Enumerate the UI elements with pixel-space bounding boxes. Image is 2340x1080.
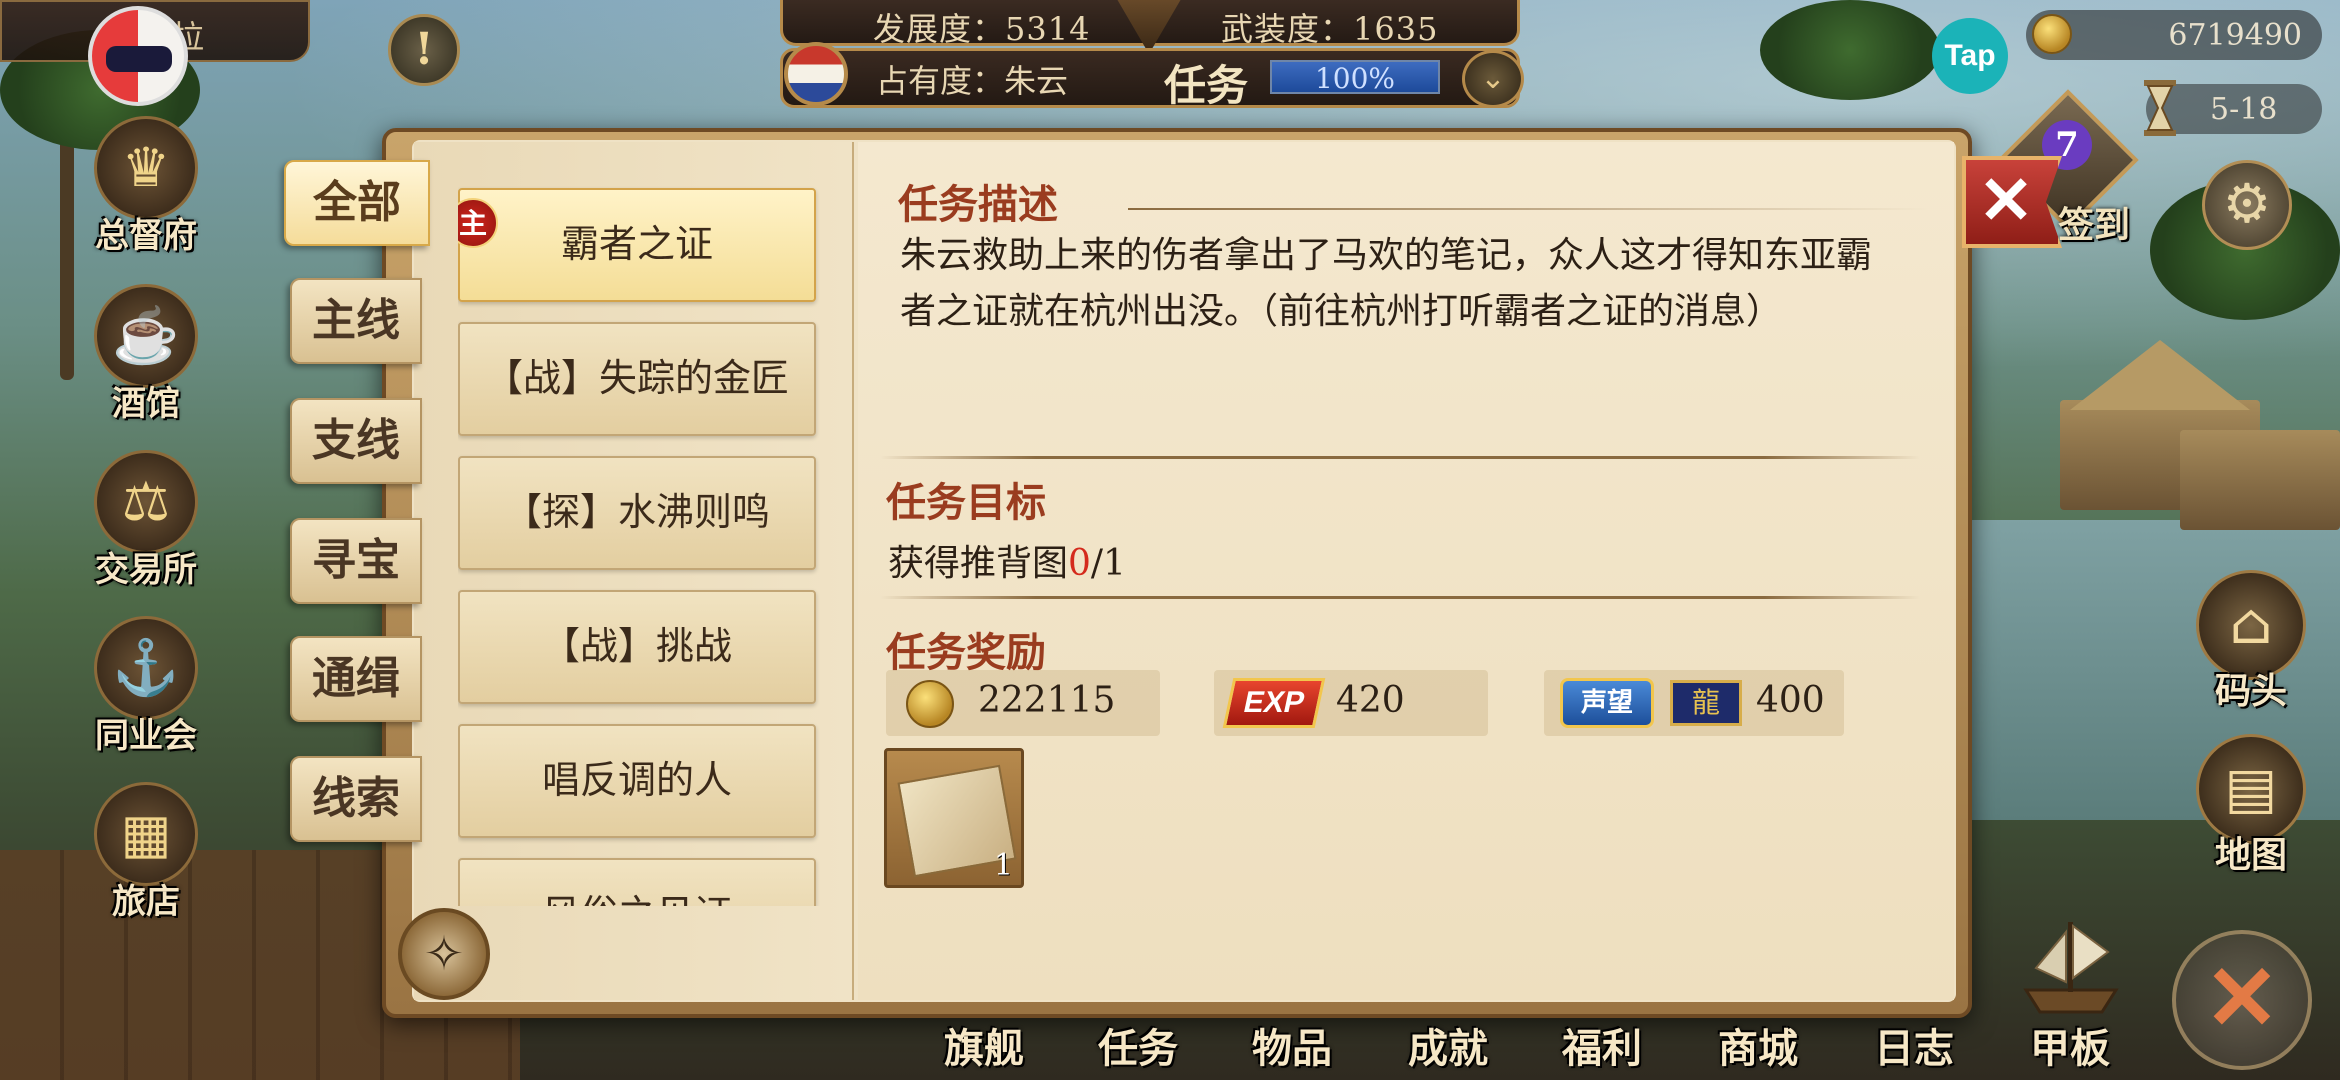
bottom-nav-achievements[interactable]: 成就	[1408, 1016, 1488, 1074]
nav-guild[interactable]: ⚓ 同业会	[86, 616, 206, 766]
signin-label: 签到	[2058, 204, 2131, 246]
tab-clues[interactable]: 线索	[290, 756, 422, 842]
tab-main[interactable]: 主线	[290, 278, 422, 364]
reward-exp: EXP 420	[1214, 670, 1488, 736]
scales-icon: ⚖	[94, 450, 198, 554]
goal-total: /1	[1090, 543, 1126, 584]
reward-exp-amount: 420	[1336, 680, 1405, 721]
list-item[interactable]: 主 霸者之证	[458, 188, 816, 302]
crown-icon: ♛	[94, 116, 198, 220]
nav-tavern[interactable]: ☕ 酒馆	[86, 284, 206, 434]
gold-amount: 6719490	[2168, 18, 2302, 53]
bottom-nav-log[interactable]: 日志	[1874, 1016, 1954, 1074]
task-progress-text: 100%	[1314, 62, 1396, 95]
development-stat: 发展度：5314	[873, 10, 1091, 48]
palm-leaves	[1760, 0, 1940, 100]
goal-text: 获得推背图	[888, 543, 1069, 584]
bottom-nav-items[interactable]: 物品	[1252, 1016, 1332, 1074]
chevron-down-icon[interactable]: ⌄	[1462, 50, 1524, 108]
nav-label: 交易所	[95, 550, 197, 590]
quest-title: 唱反调的人	[541, 758, 732, 802]
tab-all[interactable]: 全部	[284, 160, 430, 246]
reward-item-slot[interactable]: 1	[884, 748, 1024, 888]
bottom-nav-welfare[interactable]: 福利	[1562, 1016, 1642, 1074]
task-progress-bar: 100%	[1270, 60, 1440, 95]
gold-currency-bar[interactable]: 6719490	[2026, 10, 2322, 60]
exp-icon: EXP	[1222, 678, 1326, 728]
bottom-nav-deck[interactable]: 甲板	[2030, 1016, 2110, 1074]
list-item[interactable]: 【战】失踪的金匠	[458, 322, 816, 436]
beer-mug-icon: ☕	[94, 284, 198, 388]
gold-coin-icon	[906, 680, 954, 728]
ship-icon[interactable]	[2016, 912, 2126, 1022]
list-item[interactable]: 风俗之见证	[458, 858, 816, 906]
inn-bed-icon: ▦	[94, 782, 198, 886]
reward-gold: 222115	[886, 670, 1160, 736]
nav-inn[interactable]: ▦ 旅店	[86, 782, 206, 932]
description-heading: 任务描述	[898, 181, 1058, 228]
quest-title: 风俗之见证	[542, 892, 732, 906]
nav-label: 旅店	[112, 882, 180, 922]
bottom-nav-tasks[interactable]: 任务	[1098, 1016, 1178, 1074]
nav-exchange[interactable]: ⚖ 交易所	[86, 450, 206, 600]
goal-heading: 任务目标	[886, 479, 1046, 526]
quest-goal: 获得推背图0/1	[888, 534, 1126, 586]
compass-icon: ✧	[398, 908, 490, 1000]
hut-roof	[2070, 340, 2250, 410]
crossed-swords-close-icon[interactable]: ✕	[2172, 930, 2312, 1070]
heading-rule	[1128, 208, 1928, 210]
nav-label: 酒馆	[112, 384, 180, 424]
stilt-hut	[2180, 430, 2340, 530]
reward-gold-amount: 222115	[978, 680, 1116, 721]
nav-label: 码头	[2214, 670, 2287, 712]
item-count: 1	[993, 848, 1013, 883]
city-status-hud: 发展度：5314 武装度：1635 占有度：朱云 任务 100% ⌄	[740, 0, 1560, 110]
reward-fame-amount: 400	[1756, 680, 1825, 721]
dragon-emblem-icon: 龍	[1670, 680, 1742, 726]
bottom-nav-flagship[interactable]: 旗舰	[944, 1016, 1024, 1074]
fame-icon: 声望	[1560, 678, 1654, 728]
reward-fame: 声望 龍 400	[1544, 670, 1844, 736]
taptap-logo[interactable]: Tap	[1932, 18, 2008, 94]
nav-label: 总督府	[95, 216, 197, 256]
section-divider	[880, 596, 1920, 599]
notice-exclamation-button[interactable]: !	[388, 14, 460, 86]
anchor-shield-icon: ⚓	[94, 616, 198, 720]
quest-title: 【战】失踪的金匠	[484, 356, 789, 400]
main-quest-badge: 主	[458, 198, 498, 248]
bottom-nav-mall[interactable]: 商城	[1718, 1016, 1798, 1074]
city-flag-icon	[784, 42, 848, 106]
gear-icon[interactable]: ⚙	[2202, 160, 2292, 250]
ownership-stat: 占有度：朱云	[876, 62, 1069, 100]
quest-title: 【战】挑战	[541, 624, 732, 668]
armament-stat: 武装度：1635	[1221, 10, 1439, 48]
hud-task-label: 任务	[1164, 61, 1249, 110]
quest-list[interactable]: 主 霸者之证 【战】失踪的金匠 【探】水沸则鸣 【战】挑战 唱反调的人 风俗之见…	[458, 180, 820, 906]
quest-description: 朱云救助上来的伤者拿出了马欢的笔记，众人这才得知东亚霸者之证就在杭州出没。（前往…	[900, 235, 1873, 332]
nav-label: 地图	[2214, 834, 2287, 876]
tab-wanted[interactable]: 通缉	[290, 636, 422, 722]
tab-side[interactable]: 支线	[290, 398, 422, 484]
tab-treasure[interactable]: 寻宝	[290, 518, 422, 604]
list-item[interactable]: 唱反调的人	[458, 724, 816, 838]
list-item[interactable]: 【探】水沸则鸣	[458, 456, 816, 570]
section-divider	[880, 456, 1920, 459]
quest-title: 【探】水沸则鸣	[503, 490, 770, 534]
nav-governor-office[interactable]: ♛ 总督府	[86, 116, 206, 266]
mask-icon	[106, 46, 172, 72]
list-item[interactable]: 【战】挑战	[458, 590, 816, 704]
nav-map[interactable]: ▤ 地图	[2186, 734, 2316, 884]
hourglass-icon	[2144, 80, 2176, 136]
goal-current: 0	[1068, 543, 1091, 584]
nav-label: 同业会	[95, 716, 197, 756]
game-date: 5-18	[2210, 92, 2278, 127]
quest-title: 霸者之证	[560, 222, 713, 266]
player-avatar[interactable]	[88, 6, 188, 106]
nav-dock[interactable]: ⌂ 码头	[2186, 570, 2316, 720]
